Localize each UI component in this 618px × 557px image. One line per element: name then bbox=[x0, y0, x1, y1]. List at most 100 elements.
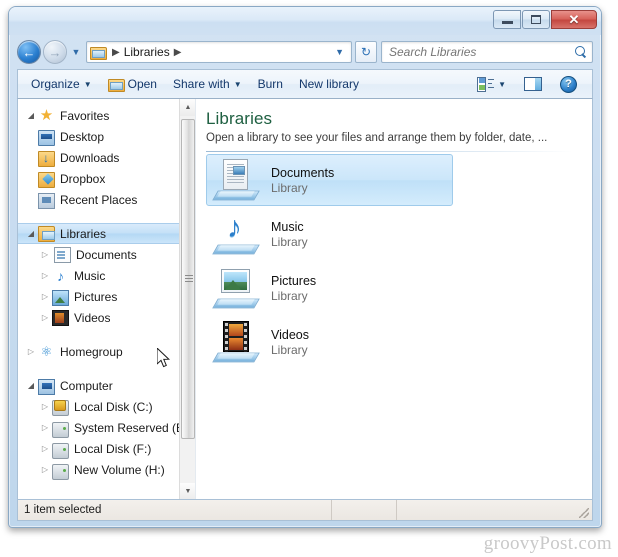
header-divider bbox=[206, 151, 573, 152]
expand-twisty-icon[interactable]: ▷ bbox=[38, 292, 52, 301]
expand-twisty-icon[interactable]: ▷ bbox=[38, 313, 52, 322]
navigation-pane[interactable]: ◢ ★ Favorites Desktop Downloads Dropbox … bbox=[18, 99, 196, 500]
expand-twisty-icon[interactable]: ▷ bbox=[38, 250, 52, 259]
list-item[interactable]: Pictures Library bbox=[206, 262, 453, 314]
list-item[interactable]: Videos Library bbox=[206, 316, 453, 368]
new-library-label: New library bbox=[298, 77, 359, 91]
recent-places-icon bbox=[38, 192, 55, 209]
documents-library-icon bbox=[212, 157, 261, 203]
expand-twisty-icon[interactable]: ▷ bbox=[38, 444, 52, 453]
breadcrumb-separator-2[interactable]: ▶ bbox=[170, 47, 186, 58]
organize-button[interactable]: Organize ▼ bbox=[23, 74, 100, 94]
expand-twisty-icon[interactable]: ▷ bbox=[38, 402, 52, 411]
forward-button[interactable]: → bbox=[43, 40, 67, 64]
sidebar-item-label: Recent Places bbox=[60, 192, 138, 207]
nav-spacer-2 bbox=[18, 328, 195, 341]
sidebar-item-system-reserved-e[interactable]: ▷ System Reserved (E: bbox=[18, 417, 195, 438]
sidebar-item-dropbox[interactable]: Dropbox bbox=[18, 168, 195, 189]
back-arrow-icon: ← bbox=[22, 44, 36, 60]
sidebar-item-music[interactable]: ▷ ♪ Music bbox=[18, 265, 195, 286]
list-item[interactable]: Documents Library bbox=[206, 154, 453, 206]
search-icon[interactable] bbox=[575, 45, 588, 59]
recent-pages-button[interactable]: ▼ bbox=[69, 47, 83, 57]
address-dropdown-icon[interactable]: ▼ bbox=[330, 47, 349, 57]
close-button[interactable]: ✕ bbox=[551, 10, 597, 29]
change-view-button[interactable]: ▼ bbox=[469, 74, 514, 95]
list-item[interactable]: ♪ Music Library bbox=[206, 208, 453, 260]
preview-pane-button[interactable] bbox=[516, 74, 550, 94]
sidebar-item-label: Music bbox=[74, 268, 106, 283]
chevron-down-icon: ▼ bbox=[184, 488, 192, 495]
breadcrumb-separator: ▶ bbox=[112, 46, 120, 58]
maximize-button[interactable] bbox=[522, 10, 550, 29]
open-button[interactable]: Open bbox=[100, 74, 165, 94]
list-item-type: Library bbox=[271, 342, 308, 357]
breadcrumb-item-libraries[interactable]: Libraries bbox=[124, 45, 170, 59]
sidebar-item-pictures[interactable]: ▷ Pictures bbox=[18, 286, 195, 307]
expand-twisty-icon[interactable]: ▷ bbox=[38, 465, 52, 474]
expand-twisty-icon[interactable]: ▷ bbox=[38, 271, 52, 280]
chevron-down-icon: ▼ bbox=[71, 47, 81, 57]
sidebar-item-local-disk-f[interactable]: ▷ Local Disk (F:) bbox=[18, 438, 195, 459]
minimize-button[interactable] bbox=[493, 10, 521, 29]
expand-twisty-icon[interactable]: ◢ bbox=[24, 111, 38, 120]
sidebar-item-documents[interactable]: ▷ Documents bbox=[18, 244, 195, 265]
burn-button[interactable]: Burn bbox=[250, 74, 291, 94]
toolbar-right-group: ▼ ? bbox=[469, 73, 587, 96]
status-text: 1 item selected bbox=[24, 504, 102, 516]
help-button[interactable]: ? bbox=[552, 73, 585, 96]
drive-icon bbox=[52, 463, 69, 480]
sidebar-item-local-disk-c[interactable]: ▷ Local Disk (C:) bbox=[18, 396, 195, 417]
list-item-type: Library bbox=[271, 180, 308, 195]
folder-icon bbox=[107, 77, 125, 92]
status-segment-2 bbox=[331, 500, 396, 520]
list-item-text: Music Library bbox=[271, 220, 308, 249]
system-drive-icon bbox=[52, 400, 69, 416]
sidebar-item-label: Homegroup bbox=[60, 344, 123, 359]
sidebar-item-label: New Volume (H:) bbox=[74, 462, 165, 477]
expand-twisty-icon[interactable]: ▷ bbox=[24, 347, 38, 356]
expand-twisty-icon[interactable]: ◢ bbox=[24, 381, 38, 390]
scroll-up-button[interactable]: ▲ bbox=[180, 99, 195, 116]
sidebar-item-desktop[interactable]: Desktop bbox=[18, 126, 195, 147]
expand-twisty-icon[interactable]: ◢ bbox=[24, 229, 38, 238]
expand-twisty-icon[interactable]: ▷ bbox=[38, 423, 52, 432]
status-segment-3 bbox=[396, 500, 592, 520]
list-item-type: Library bbox=[271, 288, 308, 303]
sidebar-item-videos[interactable]: ▷ Videos bbox=[18, 307, 195, 328]
search-input[interactable] bbox=[389, 45, 575, 59]
sidebar-item-recent-places[interactable]: Recent Places bbox=[18, 189, 195, 210]
file-list-pane[interactable]: Libraries Open a library to see your fil… bbox=[196, 99, 592, 500]
sidebar-item-label: Dropbox bbox=[60, 171, 106, 186]
list-item-type: Library bbox=[271, 234, 308, 249]
sidebar-item-downloads[interactable]: Downloads bbox=[18, 147, 195, 168]
drive-icon bbox=[52, 421, 69, 438]
share-with-button[interactable]: Share with ▼ bbox=[165, 74, 250, 94]
scroll-down-button[interactable]: ▼ bbox=[180, 483, 195, 500]
navigation-scrollbar[interactable]: ▲ ▼ bbox=[179, 99, 195, 500]
sidebar-item-new-volume-h[interactable]: ▷ New Volume (H:) bbox=[18, 459, 195, 480]
command-toolbar: Organize ▼ Open Share with ▼ Burn New li… bbox=[17, 69, 593, 99]
scrollbar-grip-icon bbox=[185, 275, 193, 283]
list-item-name: Documents bbox=[271, 165, 335, 180]
refresh-button[interactable]: ↻ bbox=[355, 41, 377, 63]
open-label: Open bbox=[127, 77, 157, 91]
new-library-button[interactable]: New library bbox=[291, 74, 367, 94]
sidebar-group-favorites[interactable]: ◢ ★ Favorites bbox=[18, 105, 195, 126]
sidebar-item-label: Downloads bbox=[60, 150, 120, 165]
sidebar-group-libraries[interactable]: ◢ Libraries bbox=[18, 223, 195, 244]
sidebar-item-label: Local Disk (C:) bbox=[74, 399, 153, 414]
sidebar-item-label: Desktop bbox=[60, 129, 105, 144]
forward-arrow-icon: → bbox=[48, 44, 62, 60]
breadcrumb[interactable]: ▶ Libraries ▶ ▼ bbox=[86, 41, 352, 63]
search-box[interactable] bbox=[381, 41, 593, 63]
sidebar-item-label: Libraries bbox=[60, 226, 107, 241]
back-button[interactable]: ← bbox=[17, 40, 41, 64]
chevron-up-icon: ▲ bbox=[184, 104, 192, 111]
resize-grip-icon[interactable] bbox=[579, 508, 589, 518]
libraries-icon bbox=[38, 226, 55, 242]
refresh-icon: ↻ bbox=[360, 45, 372, 59]
sidebar-group-computer[interactable]: ◢ Computer bbox=[18, 375, 195, 396]
sidebar-group-homegroup[interactable]: ▷ ⚛ Homegroup bbox=[18, 341, 195, 362]
scrollbar-thumb[interactable] bbox=[181, 119, 195, 439]
